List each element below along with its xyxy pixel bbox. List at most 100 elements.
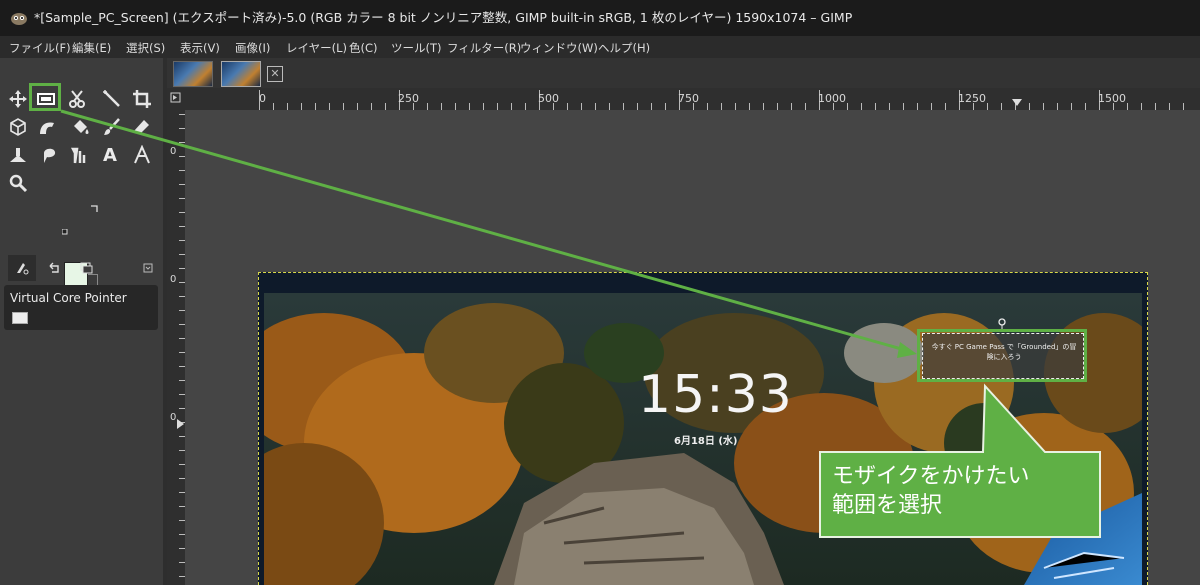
ruler-tick [1085, 103, 1086, 110]
menu-windows[interactable]: ウィンドウ(W) [520, 40, 598, 56]
ruler-tick [847, 103, 848, 110]
callout-line-1: モザイクをかけたい [832, 464, 1030, 489]
menu-file[interactable]: ファイル(F) [9, 40, 71, 56]
ruler-tick [595, 103, 596, 110]
callout-text: モザイクをかけたい 範囲を選択 [832, 462, 1030, 520]
ruler-tick [791, 103, 792, 110]
warp-tool-icon[interactable] [35, 115, 61, 139]
ruler-label-1000: 1000 [818, 92, 846, 105]
close-tab-icon[interactable]: ✕ [267, 66, 283, 82]
menu-view[interactable]: 表示(V) [180, 40, 220, 56]
ruler-tick [1057, 103, 1058, 110]
tab-menu-button[interactable] [140, 255, 156, 281]
ruler-tick [1155, 103, 1156, 110]
3d-transform-tool-icon[interactable] [5, 115, 31, 139]
ruler-tick [357, 103, 358, 110]
eraser-tool-icon[interactable] [129, 115, 155, 139]
default-colors-icon[interactable] [62, 229, 70, 237]
tool-options-icon [17, 263, 29, 275]
ruler-tick [749, 103, 750, 110]
pointer-device-icon [12, 312, 28, 324]
menu-colors[interactable]: 色(C) [349, 40, 378, 56]
image-tab-thumbnail[interactable] [173, 61, 213, 87]
menu-filters[interactable]: フィルター(R) [447, 40, 521, 56]
clone-tool-icon[interactable] [5, 143, 31, 167]
paintbrush-tool-icon[interactable] [99, 115, 125, 139]
tab-tool-options[interactable] [8, 255, 36, 281]
ruler-tick [581, 103, 582, 110]
fuzzy-select-tool-icon[interactable] [99, 87, 125, 111]
ruler-tick [427, 103, 428, 110]
menu-image[interactable]: 画像(I) [235, 40, 270, 56]
ruler-tick [497, 103, 498, 110]
ruler-tick [567, 103, 568, 110]
menu-edit[interactable]: 編集(E) [72, 40, 111, 56]
device-label: Virtual Core Pointer [10, 291, 127, 305]
ruler-tick [483, 103, 484, 110]
vruler-label-b: 0 [170, 274, 177, 285]
measure-tool-icon[interactable] [129, 143, 155, 167]
ruler-tick [301, 103, 302, 110]
menu-bar: ファイル(F) 編集(E) 選択(S) 表示(V) 画像(I) レイヤー(L) … [0, 36, 1200, 58]
lockscreen-date: 6月18日 (水) [674, 436, 738, 447]
ruler-tick [707, 103, 708, 110]
text-tool-icon[interactable]: A [97, 143, 123, 167]
ruler-label-1500: 1500 [1098, 92, 1126, 105]
ruler-tick [637, 103, 638, 110]
tab-undo-history[interactable] [40, 255, 68, 281]
menu-tools[interactable]: ツール(T) [391, 40, 442, 56]
menu-select[interactable]: 選択(S) [126, 40, 165, 56]
ruler-tick [287, 103, 288, 110]
ruler-tick [315, 103, 316, 110]
vruler-label-a: 0 [170, 146, 177, 157]
ruler-tick [1141, 103, 1142, 110]
move-tool-icon[interactable] [5, 87, 31, 111]
ruler-tick [1043, 103, 1044, 110]
crop-tool-icon[interactable] [129, 87, 155, 111]
scissors-tool-icon[interactable] [65, 87, 91, 111]
ruler-tick [343, 103, 344, 110]
ruler-tick [525, 103, 526, 110]
swap-colors-icon[interactable] [89, 204, 99, 214]
ruler-tick [903, 103, 904, 110]
undo-history-icon [49, 262, 59, 273]
image-tabs-bar: ✕ [167, 58, 1200, 88]
ruler-tick [861, 103, 862, 110]
menu-help[interactable]: ヘルプ(H) [598, 40, 650, 56]
lockscreen-time: 15:33 [638, 365, 793, 425]
vertical-ruler: 0 0 0 [167, 110, 185, 585]
ruler-label-500: 500 [538, 92, 559, 105]
ruler-tick [777, 103, 778, 110]
ruler-tick [735, 103, 736, 110]
ruler-label-0: 0 [259, 92, 266, 105]
smudge-tool-icon[interactable] [37, 143, 63, 167]
menu-layer[interactable]: レイヤー(L) [286, 40, 347, 56]
images-icon [80, 262, 93, 274]
ruler-tick [1127, 103, 1128, 110]
paths-tool-icon[interactable] [67, 143, 93, 167]
title-bar: *[Sample_PC_Screen] (エクスポート済み)-5.0 (RGB … [0, 0, 1200, 36]
ruler-label-1250: 1250 [958, 92, 986, 105]
ruler-tick [889, 103, 890, 110]
zoom-tool-icon[interactable] [5, 171, 31, 195]
ruler-tick [875, 103, 876, 110]
ruler-tick [441, 103, 442, 110]
image-tab-thumbnail-active[interactable] [221, 61, 261, 87]
ruler-tick [987, 103, 988, 110]
mosaic-target-highlight [917, 329, 1087, 382]
vpointer-marker [177, 419, 184, 429]
ruler-tick [763, 103, 764, 110]
ruler-tick [1071, 103, 1072, 110]
ruler-tick [609, 103, 610, 110]
tab-images[interactable] [72, 255, 100, 281]
horizontal-ruler: 0 250 500 750 1000 1250 1500 [167, 88, 1200, 110]
ruler-tick [1029, 103, 1030, 110]
ruler-tick [329, 103, 330, 110]
bucket-fill-tool-icon[interactable] [67, 115, 93, 139]
callout-line-2: 範囲を選択 [832, 493, 943, 518]
ruler-tick [945, 103, 946, 110]
ruler-tick [665, 103, 666, 110]
ruler-tick [1183, 103, 1184, 110]
ruler-tick [1001, 103, 1002, 110]
gimp-app-icon [11, 13, 27, 25]
